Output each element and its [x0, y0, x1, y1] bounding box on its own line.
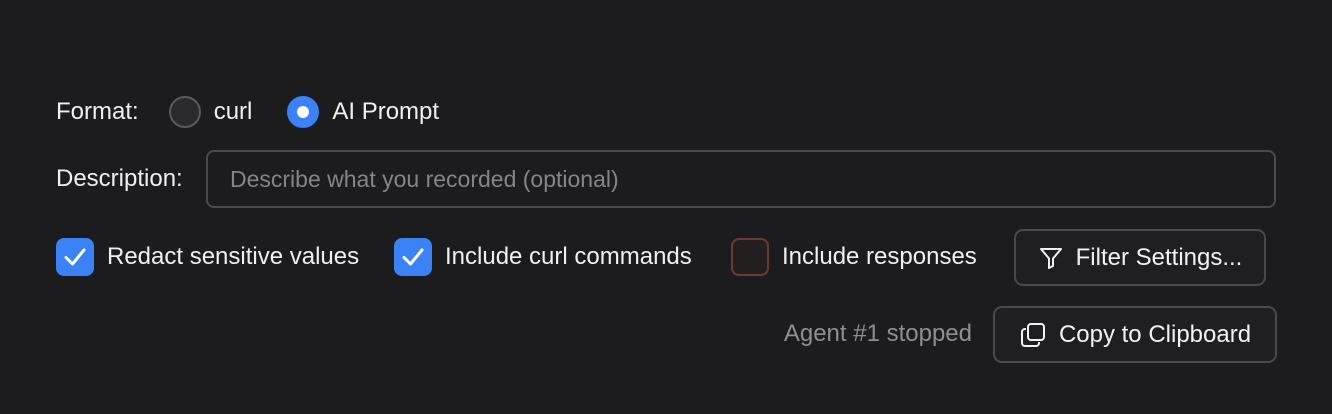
copy-to-clipboard-button[interactable]: Copy to Clipboard	[993, 306, 1277, 363]
copy-icon	[1019, 321, 1047, 349]
description-label: Description:	[56, 165, 183, 192]
include-responses-option[interactable]: Include responses	[731, 238, 977, 276]
checkmark-icon	[402, 248, 424, 266]
include-curl-checkbox[interactable]	[394, 238, 432, 276]
filter-settings-button[interactable]: Filter Settings...	[1014, 229, 1266, 286]
copy-to-clipboard-label: Copy to Clipboard	[1058, 320, 1252, 348]
radio-ai-prompt[interactable]	[287, 96, 320, 128]
redact-option[interactable]: Redact sensitive values	[56, 238, 359, 276]
filter-settings-label: Filter Settings...	[1075, 243, 1243, 271]
format-option-curl[interactable]: curl	[168, 96, 253, 128]
radio-ai-prompt-label: AI Prompt	[332, 98, 440, 125]
filter-icon	[1038, 245, 1064, 271]
format-option-ai-prompt[interactable]: AI Prompt	[287, 96, 439, 128]
format-row: Format: curl AI Prompt	[56, 92, 439, 132]
include-responses-label: Include responses	[782, 243, 977, 270]
radio-curl-label: curl	[213, 98, 253, 125]
include-curl-option[interactable]: Include curl commands	[394, 238, 692, 276]
description-row: Description:	[56, 150, 1276, 208]
export-panel: Format: curl AI Prompt Description: Reda…	[0, 0, 1332, 414]
format-label: Format:	[56, 98, 139, 125]
include-responses-checkbox[interactable]	[731, 238, 769, 276]
redact-checkbox[interactable]	[56, 238, 94, 276]
radio-curl[interactable]	[168, 96, 201, 128]
include-curl-label: Include curl commands	[445, 243, 692, 270]
checkmark-icon	[64, 248, 86, 266]
description-input[interactable]	[206, 150, 1276, 208]
agent-status-text: Agent #1 stopped	[783, 320, 972, 347]
redact-label: Redact sensitive values	[107, 243, 360, 270]
